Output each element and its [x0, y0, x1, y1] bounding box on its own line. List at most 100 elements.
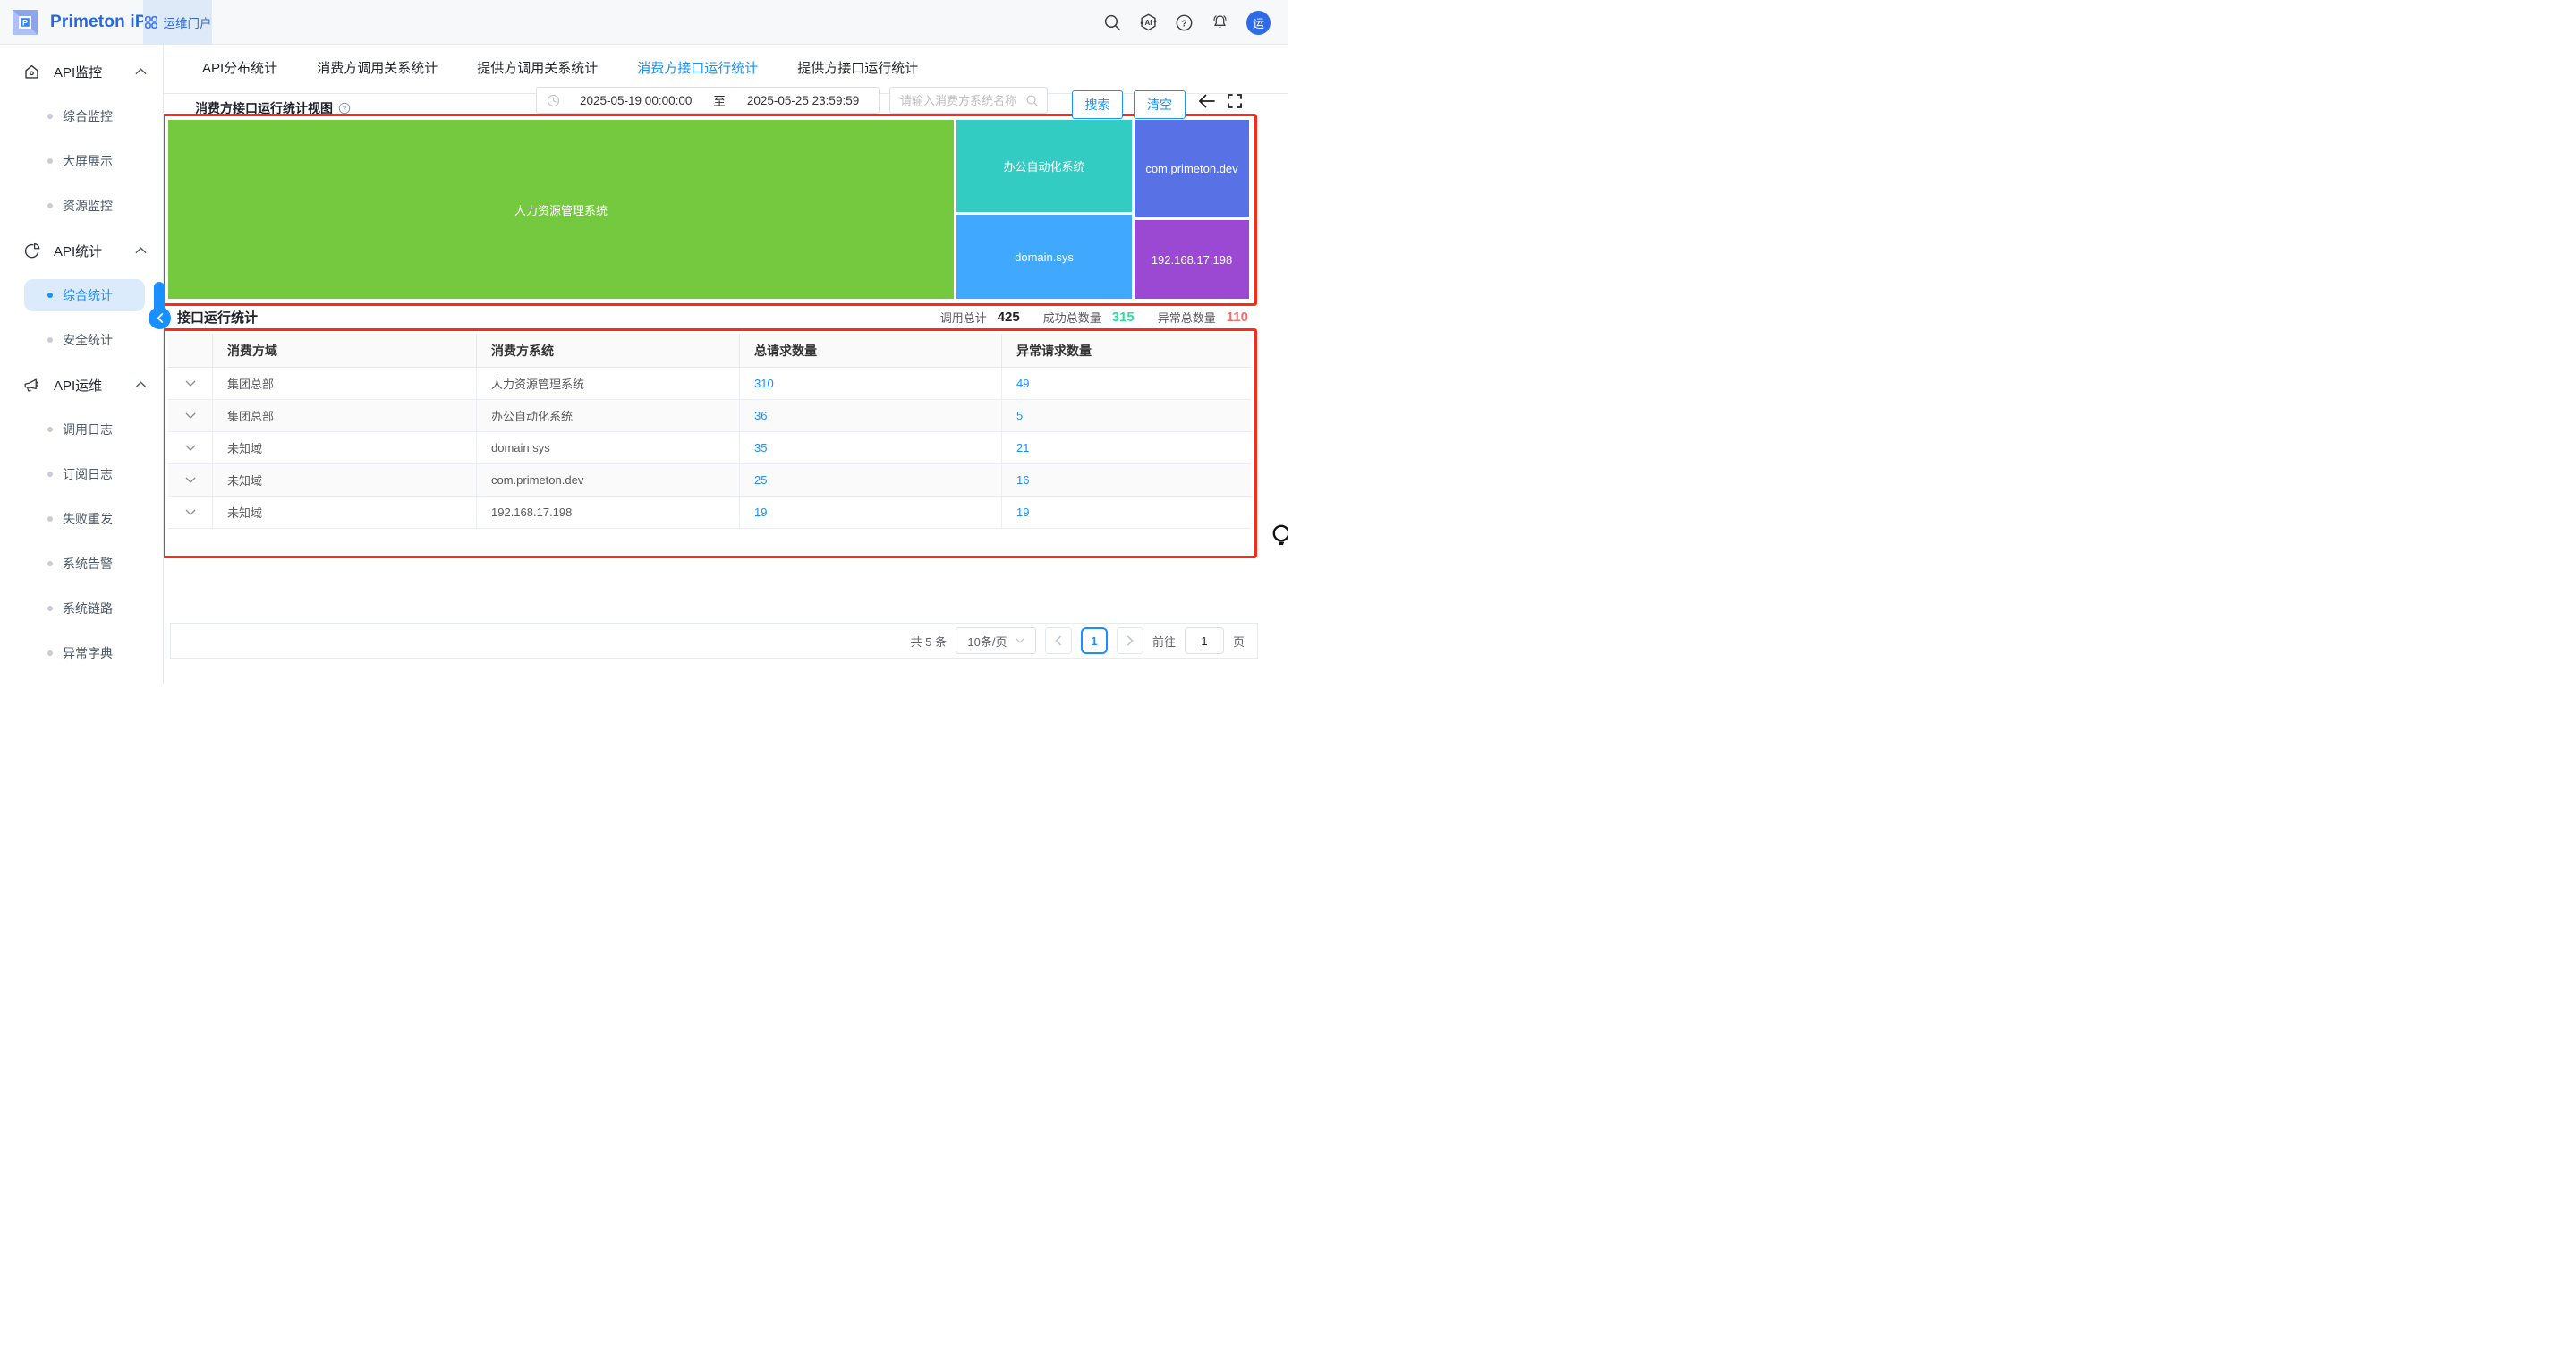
row-expand-chevron[interactable]	[168, 432, 213, 463]
table-header-system: 消费方系统	[477, 334, 740, 367]
stat-success-label: 成功总数量	[1042, 311, 1101, 325]
table-header-errors: 异常请求数量	[1016, 343, 1092, 358]
pagination-total: 共 5 条	[910, 634, 947, 649]
row-expand-chevron[interactable]	[168, 400, 213, 431]
bullet-dot	[47, 516, 53, 522]
stat-error-value: 110	[1226, 310, 1248, 325]
current-page-button[interactable]: 1	[1080, 627, 1108, 654]
error-requests-link[interactable]: 5	[1016, 409, 1023, 422]
table-header-expand	[168, 334, 213, 367]
sidebar-item-resource-monitor[interactable]: 资源监控	[0, 183, 163, 228]
app-logo[interactable]: P	[12, 9, 38, 36]
portal-tab-ops[interactable]: 运维门户	[143, 0, 212, 45]
svg-text:?: ?	[1181, 18, 1186, 29]
error-requests-link[interactable]: 19	[1016, 506, 1029, 519]
notification-bell-icon[interactable]	[1211, 13, 1229, 32]
error-requests-link[interactable]: 21	[1016, 441, 1029, 455]
next-page-button[interactable]	[1116, 627, 1143, 654]
total-requests-link[interactable]: 35	[754, 441, 767, 455]
treemap-block-domain-sys[interactable]: domain.sys	[956, 215, 1132, 299]
treemap-block-com-primeton-dev[interactable]: com.primeton.dev	[1135, 120, 1249, 217]
top-bar: P Primeton iPaaS 运维门户 AI ? 运	[0, 0, 1288, 45]
table-row[interactable]: 未知域 com.primeton.dev 25 16	[168, 464, 1251, 497]
home-icon	[23, 64, 40, 81]
tab-consumer-call-relation[interactable]: 消费方调用关系统计	[316, 45, 438, 93]
search-icon[interactable]	[1103, 13, 1122, 32]
stat-success-value: 315	[1111, 310, 1135, 325]
total-requests-link[interactable]: 25	[754, 473, 767, 487]
treemap-right-column: com.primeton.dev 192.168.17.198	[1135, 120, 1249, 299]
table-row[interactable]: 集团总部 人力资源管理系统 310 49	[168, 368, 1251, 400]
total-requests-link[interactable]: 310	[754, 377, 774, 390]
sidebar-item-subscribe-logs[interactable]: 订阅日志	[0, 452, 163, 497]
page-unit-label: 页	[1232, 634, 1245, 649]
row-expand-chevron[interactable]	[168, 464, 213, 496]
treemap-block-ip-address[interactable]: 192.168.17.198	[1135, 220, 1249, 299]
total-requests-link[interactable]: 36	[754, 409, 767, 422]
tab-provider-api-run-stats[interactable]: 提供方接口运行统计	[796, 45, 919, 93]
chevron-up-icon	[135, 381, 147, 388]
table-row[interactable]: 未知域 192.168.17.198 19 19	[168, 497, 1251, 529]
bullet-dot	[47, 293, 53, 298]
row-expand-chevron[interactable]	[168, 368, 213, 399]
chevron-left-icon	[1055, 635, 1062, 646]
lightbulb-icon	[1271, 523, 1288, 550]
megaphone-icon	[23, 377, 40, 394]
tab-provider-call-relation[interactable]: 提供方调用关系统计	[476, 45, 599, 93]
date-range-picker[interactable]: 2025-05-19 00:00:00 至 2025-05-25 23:59:5…	[536, 87, 880, 114]
sidebar-item-security-stats[interactable]: 安全统计	[0, 318, 163, 362]
sidebar-item-monitor-overview[interactable]: 综合监控	[0, 94, 163, 139]
table-header-row: 消费方域 消费方系统 总请求数量 异常请求数量	[168, 334, 1251, 368]
sidebar-item-big-screen[interactable]: 大屏展示	[0, 139, 163, 183]
page-size-select[interactable]: 10条/页	[955, 627, 1036, 654]
sidebar-item-system-alerts[interactable]: 系统告警	[0, 541, 163, 586]
search-small-icon[interactable]	[1025, 94, 1039, 107]
table-row[interactable]: 集团总部 办公自动化系统 36 5	[168, 400, 1251, 432]
clear-button[interactable]: 清空	[1134, 90, 1186, 119]
tab-api-distribution[interactable]: API分布统计	[201, 45, 278, 93]
sidebar-group-api-ops[interactable]: API运维	[0, 362, 163, 407]
consumer-search-input[interactable]	[898, 92, 1025, 108]
total-requests-link[interactable]: 19	[754, 506, 767, 519]
chevron-up-icon	[135, 247, 147, 254]
prev-page-button[interactable]	[1044, 627, 1072, 654]
pagination-bar: 共 5 条 10条/页 1 前往 页	[170, 623, 1258, 659]
bullet-dot	[47, 606, 53, 611]
stat-total-label: 调用总计	[939, 311, 987, 325]
sidebar-collapse-button[interactable]	[149, 307, 171, 329]
treemap-block-hr-system[interactable]: 人力资源管理系统	[168, 120, 954, 299]
info-question-icon[interactable]: ?	[338, 102, 351, 115]
user-avatar[interactable]: 运	[1246, 10, 1271, 35]
error-requests-link[interactable]: 49	[1016, 377, 1029, 390]
ai-assistant-icon[interactable]: AI	[1139, 13, 1158, 32]
date-end[interactable]: 2025-05-25 23:59:59	[747, 94, 859, 107]
row-expand-chevron[interactable]	[168, 497, 213, 528]
sidebar-item-failure-resend[interactable]: 失败重发	[0, 497, 163, 541]
sidebar-nav: API监控 综合监控 大屏展示 资源监控 API统计 综合统计 安全统计 API…	[0, 45, 164, 684]
pie-chart-icon	[23, 242, 40, 259]
search-button[interactable]: 搜索	[1072, 90, 1123, 119]
sidebar-group-label: API监控	[54, 64, 103, 81]
clock-icon	[547, 94, 560, 106]
tab-consumer-api-run-stats[interactable]: 消费方接口运行统计	[636, 45, 760, 93]
date-start[interactable]: 2025-05-19 00:00:00	[580, 94, 692, 107]
help-icon[interactable]: ?	[1175, 13, 1194, 32]
treemap-block-oa-system[interactable]: 办公自动化系统	[956, 120, 1132, 212]
stat-error-label: 异常总数量	[1157, 311, 1216, 325]
fullscreen-icon[interactable]	[1227, 93, 1243, 109]
main-content: API分布统计 消费方调用关系统计 提供方调用关系统计 消费方接口运行统计 提供…	[162, 45, 1288, 684]
chevron-up-icon	[135, 68, 147, 75]
goto-page-input[interactable]	[1184, 627, 1224, 654]
error-requests-link[interactable]: 16	[1016, 473, 1029, 487]
sidebar-group-api-stats[interactable]: API统计	[0, 228, 163, 273]
sidebar-item-stats-overview[interactable]: 综合统计	[0, 273, 163, 318]
sidebar-item-exception-dict[interactable]: 异常字典	[0, 631, 163, 676]
goto-label: 前往	[1152, 634, 1176, 649]
table-row[interactable]: 未知域 domain.sys 35 21	[168, 432, 1251, 464]
stat-total-value: 425	[997, 310, 1020, 325]
sidebar-item-system-links[interactable]: 系统链路	[0, 586, 163, 631]
sidebar-group-api-monitor[interactable]: API监控	[0, 49, 163, 94]
back-arrow-icon[interactable]	[1197, 91, 1217, 111]
topbar-actions: AI ? 运	[1103, 0, 1271, 45]
sidebar-item-call-logs[interactable]: 调用日志	[0, 407, 163, 452]
